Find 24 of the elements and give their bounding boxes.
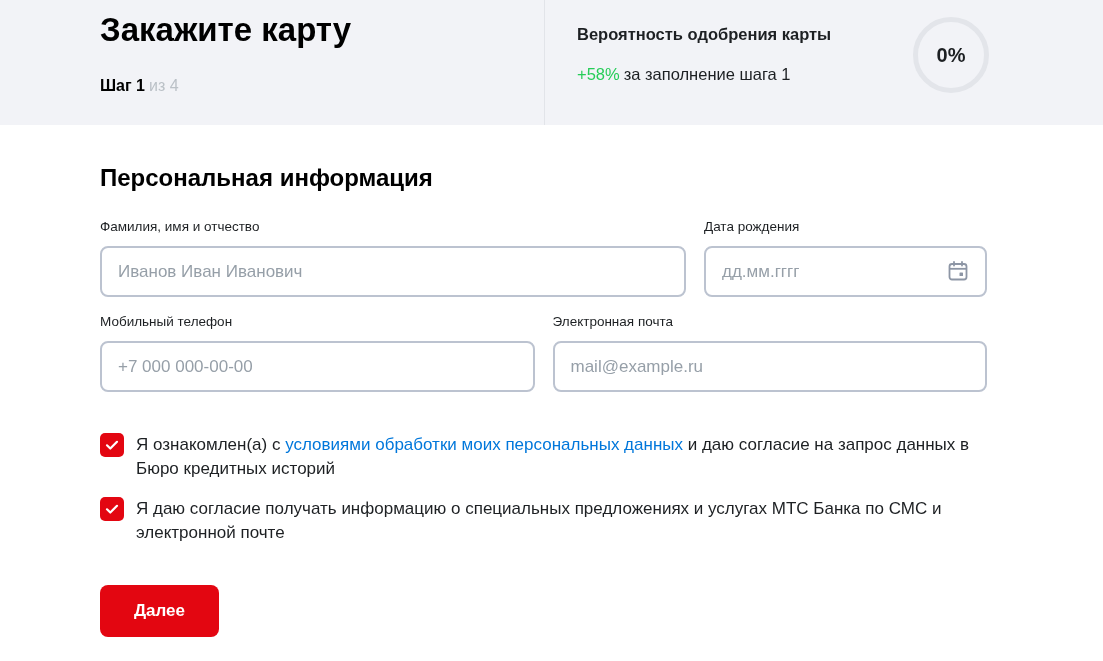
checkbox[interactable] bbox=[100, 497, 124, 521]
step-label: Шаг 1 bbox=[100, 76, 145, 96]
consent-text: Я даю согласие получать информацию о специальных предложениях и услугах МТС Банка по СМС и электронной почте bbox=[136, 498, 943, 544]
field-label: Электронная почта bbox=[552, 314, 673, 330]
consent-text: Я ознакомлен(а) с условиями обработки моих персональных данных и даю согласие на запрос данных в Бюро кредитных историй bbox=[136, 434, 971, 480]
field-label: Дата рождения bbox=[704, 219, 800, 235]
consent-link[interactable]: условиями обработки моих персональных данных bbox=[285, 435, 683, 454]
check-icon bbox=[106, 440, 118, 450]
input-field[interactable]: +7 000 000-00-00 bbox=[100, 341, 535, 392]
field-label: Мобильный телефон bbox=[100, 314, 233, 330]
next-button[interactable]: Далее bbox=[100, 585, 219, 637]
check-icon bbox=[106, 504, 118, 514]
section-title: Персональная информация bbox=[100, 163, 433, 193]
approval-title: Вероятность одобрения карты bbox=[577, 24, 832, 45]
approval-bonus-text: за заполнение шага 1 bbox=[623, 64, 791, 85]
field-label: Фамилия, имя и отчество bbox=[100, 219, 260, 235]
input-field[interactable]: Иванов Иван Иванович bbox=[100, 246, 686, 297]
approval-percent: 0% bbox=[936, 43, 966, 67]
date-field[interactable]: дд.мм.гггг bbox=[704, 246, 987, 297]
input-field[interactable]: mail@example.ru bbox=[552, 341, 987, 392]
calendar-icon[interactable] bbox=[948, 261, 968, 281]
checkbox[interactable] bbox=[100, 433, 124, 457]
approval-bonus: +58% bbox=[577, 64, 620, 85]
page-title: Закажите карту bbox=[100, 10, 352, 50]
